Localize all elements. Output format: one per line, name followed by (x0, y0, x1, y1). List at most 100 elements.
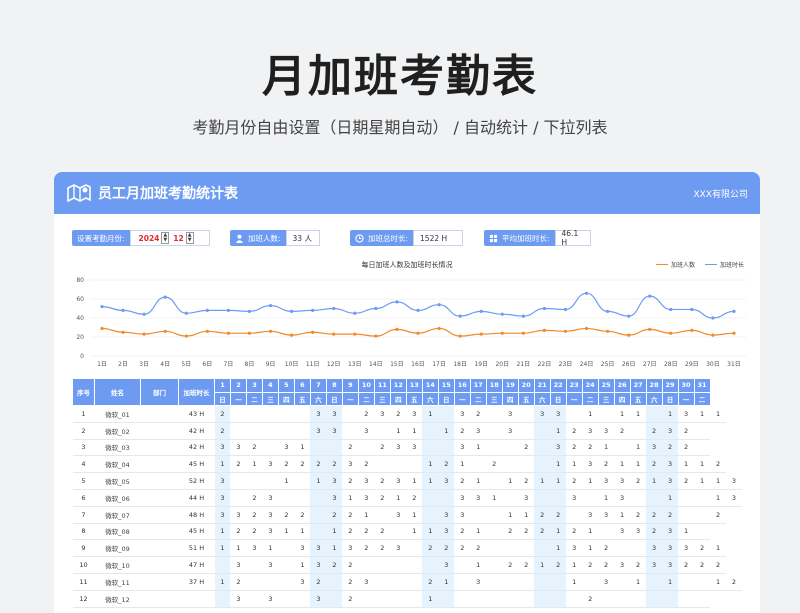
day-cell[interactable] (374, 422, 391, 440)
day-cell[interactable] (246, 556, 263, 574)
day-cell[interactable]: 3 (534, 405, 551, 423)
day-cell[interactable]: 2 (246, 439, 263, 457)
day-cell[interactable] (470, 455, 487, 474)
day-cell[interactable]: 2 (230, 455, 247, 474)
day-cell[interactable]: 2 (310, 573, 327, 591)
day-cell[interactable] (646, 489, 663, 507)
day-cell[interactable] (230, 405, 247, 423)
day-cell[interactable]: 1 (630, 573, 647, 591)
day-cell[interactable]: 2 (598, 455, 615, 474)
day-cell[interactable] (614, 539, 631, 558)
dept-cell[interactable] (140, 405, 179, 423)
day-cell[interactable]: 2 (374, 439, 391, 457)
day-cell[interactable] (390, 556, 407, 574)
day-cell[interactable]: 2 (710, 556, 726, 574)
day-cell[interactable] (598, 523, 615, 541)
day-cell[interactable]: 2 (518, 556, 535, 574)
day-cell[interactable]: 3 (326, 489, 343, 507)
day-cell[interactable] (550, 573, 567, 591)
day-cell[interactable] (390, 590, 407, 608)
day-cell[interactable]: 1 (486, 489, 503, 507)
day-cell[interactable]: 3 (662, 422, 679, 440)
day-cell[interactable]: 1 (582, 523, 599, 541)
day-cell[interactable]: 3 (582, 506, 599, 524)
day-cell[interactable]: 1 (214, 455, 231, 474)
day-cell[interactable]: 2 (374, 489, 391, 507)
day-cell[interactable]: 2 (646, 523, 663, 541)
day-cell[interactable] (294, 472, 311, 490)
day-cell[interactable]: 3 (582, 455, 599, 474)
day-cell[interactable] (598, 590, 615, 608)
day-cell[interactable]: 3 (662, 455, 679, 474)
day-cell[interactable]: 2 (278, 506, 295, 524)
day-cell[interactable]: 1 (534, 472, 551, 490)
day-cell[interactable] (502, 489, 519, 507)
day-cell[interactable]: 1 (470, 523, 487, 541)
day-cell[interactable]: 2 (374, 472, 391, 490)
day-cell[interactable] (486, 523, 503, 541)
day-cell[interactable]: 1 (310, 472, 327, 490)
day-cell[interactable]: 3 (582, 422, 599, 440)
day-cell[interactable] (294, 590, 311, 608)
day-cell[interactable]: 2 (646, 506, 663, 524)
day-cell[interactable]: 1 (358, 506, 375, 524)
day-cell[interactable] (694, 506, 711, 524)
month-value[interactable]: 12 (173, 234, 183, 243)
day-cell[interactable]: 2 (390, 405, 407, 423)
day-cell[interactable] (566, 590, 583, 608)
day-cell[interactable] (422, 489, 439, 507)
day-cell[interactable]: 1 (550, 455, 567, 474)
day-cell[interactable]: 1 (534, 556, 551, 574)
day-cell[interactable] (678, 573, 695, 591)
day-cell[interactable] (262, 422, 279, 440)
day-cell[interactable]: 1 (662, 405, 679, 423)
day-cell[interactable] (678, 590, 695, 608)
day-cell[interactable] (406, 539, 423, 558)
day-cell[interactable] (614, 590, 631, 608)
day-cell[interactable]: 3 (646, 439, 663, 457)
day-cell[interactable] (294, 422, 311, 440)
day-cell[interactable]: 3 (214, 472, 231, 490)
day-cell[interactable] (214, 556, 231, 574)
day-cell[interactable] (502, 539, 519, 558)
day-cell[interactable]: 3 (230, 556, 247, 574)
day-cell[interactable]: 2 (518, 523, 535, 541)
day-cell[interactable]: 2 (406, 489, 423, 507)
day-cell[interactable]: 2 (630, 506, 647, 524)
day-cell[interactable]: 2 (518, 472, 535, 490)
day-cell[interactable]: 2 (470, 405, 487, 423)
day-cell[interactable]: 2 (646, 455, 663, 474)
day-cell[interactable]: 3 (726, 489, 742, 507)
day-cell[interactable]: 2 (342, 439, 359, 457)
day-cell[interactable] (630, 590, 647, 608)
day-cell[interactable]: 3 (214, 506, 231, 524)
day-cell[interactable]: 2 (630, 556, 647, 574)
day-cell[interactable]: 2 (550, 506, 567, 524)
day-cell[interactable]: 3 (246, 539, 263, 558)
day-cell[interactable]: 3 (454, 439, 471, 457)
day-cell[interactable]: 3 (358, 422, 375, 440)
day-cell[interactable] (646, 573, 663, 591)
day-cell[interactable] (374, 573, 391, 591)
day-cell[interactable]: 3 (598, 472, 615, 490)
day-cell[interactable] (630, 539, 647, 558)
day-cell[interactable]: 3 (598, 422, 615, 440)
day-cell[interactable]: 2 (342, 506, 359, 524)
dept-cell[interactable] (140, 506, 179, 524)
day-cell[interactable]: 1 (246, 455, 263, 474)
day-cell[interactable]: 1 (678, 455, 695, 474)
day-cell[interactable]: 2 (358, 405, 375, 423)
day-cell[interactable]: 1 (710, 573, 726, 591)
day-cell[interactable]: 3 (406, 405, 423, 423)
day-cell[interactable] (422, 556, 439, 574)
day-cell[interactable] (326, 439, 343, 457)
day-cell[interactable] (566, 405, 583, 423)
day-cell[interactable]: 2 (678, 439, 695, 457)
day-cell[interactable]: 3 (214, 489, 231, 507)
dept-cell[interactable] (140, 556, 179, 574)
day-cell[interactable] (278, 590, 295, 608)
day-cell[interactable]: 2 (598, 539, 615, 558)
day-cell[interactable]: 2 (342, 590, 359, 608)
year-value[interactable]: 2024 (139, 234, 160, 243)
day-cell[interactable] (390, 573, 407, 591)
